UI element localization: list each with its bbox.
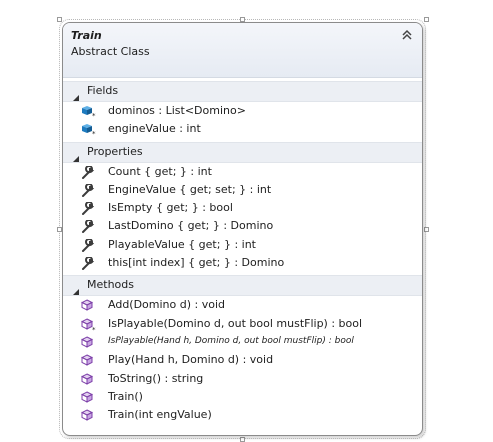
class-name: Train bbox=[71, 29, 102, 42]
method-cube-icon bbox=[80, 372, 97, 386]
method-row[interactable]: Train() bbox=[63, 388, 422, 406]
method-text-abstract: IsPlayable(Hand h, Domino d, out bool mu… bbox=[108, 335, 354, 346]
field-text: dominos : List<Domino> bbox=[108, 104, 246, 117]
svg-text:*: * bbox=[92, 112, 96, 119]
property-row[interactable]: IsEmpty { get; } : bool bbox=[63, 199, 422, 217]
method-text: Train() bbox=[108, 389, 143, 403]
property-text: IsEmpty { get; } : bool bbox=[108, 201, 233, 215]
property-row[interactable]: PlayableValue { get; } : int bbox=[63, 236, 422, 254]
double-chevron-up-icon[interactable] bbox=[400, 27, 414, 41]
method-cube-icon bbox=[80, 390, 97, 404]
private-field-icon: * bbox=[81, 122, 97, 138]
wrench-property-icon bbox=[81, 182, 97, 197]
section-label-properties: Properties bbox=[87, 144, 143, 158]
wrench-property-icon bbox=[81, 256, 97, 271]
method-text: ToString() : string bbox=[108, 371, 204, 385]
class-shape-train[interactable]: Train Abstract Class Fields * dominos: … bbox=[62, 22, 423, 436]
method-row[interactable]: ToString() : string bbox=[63, 370, 422, 388]
property-row[interactable]: Count { get; } : int bbox=[63, 163, 422, 181]
section-label-methods: Methods bbox=[87, 278, 134, 292]
wrench-property-icon bbox=[81, 201, 97, 216]
method-text: Add(Domino d) : void bbox=[108, 298, 226, 312]
property-text: LastDomino { get; } : Domino bbox=[108, 219, 274, 233]
section-label-fields: Fields bbox=[87, 84, 119, 97]
property-text: PlayableValue { get; } : int bbox=[108, 237, 256, 251]
property-text: this[int index] { get; } : Domino bbox=[108, 256, 285, 270]
method-row[interactable]: IsPlayable(Hand h, Domino d, out bool mu… bbox=[63, 333, 422, 351]
field-row[interactable]: * engineValue : int bbox=[63, 120, 422, 138]
method-cube-icon bbox=[80, 408, 97, 422]
wrench-property-icon bbox=[81, 237, 97, 252]
method-cube-icon bbox=[80, 353, 97, 367]
class-stereotype: Abstract Class bbox=[71, 45, 150, 58]
resize-handle-bottom[interactable] bbox=[240, 437, 245, 442]
method-cube-icon bbox=[80, 298, 97, 312]
section-header-fields[interactable]: Fields bbox=[63, 81, 422, 102]
method-text: IsPlayable(Domino d, out bool mustFlip) … bbox=[108, 316, 363, 330]
field-text: engineValue : int bbox=[108, 122, 201, 136]
private-method-cube-icon: * bbox=[80, 317, 97, 334]
property-row[interactable]: this[int index] { get; } : Domino bbox=[63, 254, 422, 272]
property-text: Count { get; } : int bbox=[108, 164, 212, 178]
section-header-properties[interactable]: Properties bbox=[63, 141, 422, 163]
resize-handle-top-right[interactable] bbox=[424, 17, 429, 22]
private-field-icon: * bbox=[81, 104, 97, 120]
method-row[interactable]: * IsPlayable(Domino d, out bool mustFlip… bbox=[63, 315, 422, 334]
property-text: EngineValue { get; set; } : int bbox=[108, 182, 272, 196]
wrench-property-icon bbox=[81, 164, 97, 179]
property-row[interactable]: EngineValue { get; set; } : int bbox=[63, 181, 422, 199]
field-row[interactable]: * dominos : List<Domino> bbox=[63, 102, 422, 120]
method-text: Play(Hand h, Domino d) : void bbox=[108, 353, 274, 367]
method-row[interactable]: Add(Domino d) : void bbox=[63, 296, 422, 314]
resize-handle-top-left[interactable] bbox=[57, 17, 62, 22]
svg-text:*: * bbox=[92, 130, 96, 137]
svg-text:*: * bbox=[92, 326, 96, 332]
method-cube-icon bbox=[80, 335, 97, 349]
method-row[interactable]: Play(Hand h, Domino d) : void bbox=[63, 351, 422, 369]
method-text: Train(int engValue) bbox=[108, 408, 212, 422]
property-row[interactable]: LastDomino { get; } : Domino bbox=[63, 217, 422, 235]
wrench-property-icon bbox=[81, 219, 97, 234]
diagram-canvas: Train Abstract Class Fields * dominos: … bbox=[0, 0, 493, 442]
method-row[interactable]: Train(int engValue) bbox=[63, 406, 422, 424]
section-header-methods[interactable]: Methods bbox=[63, 275, 422, 297]
class-header[interactable]: Train Abstract Class bbox=[63, 23, 422, 78]
resize-handle-right[interactable] bbox=[424, 227, 429, 232]
